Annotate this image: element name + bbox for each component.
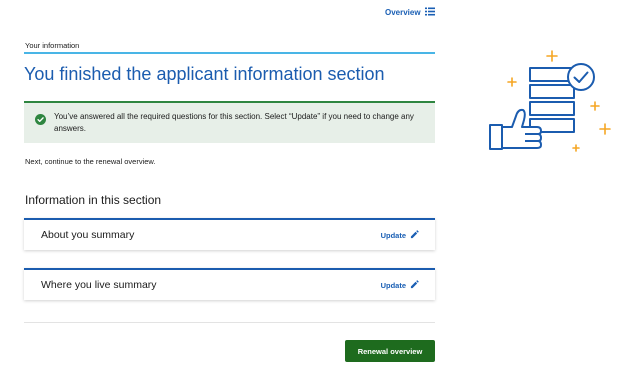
page-title: You finished the applicant information s… <box>24 64 385 84</box>
info-section-heading: Information in this section <box>25 193 162 207</box>
overview-link[interactable]: Overview <box>385 7 435 18</box>
update-link-label: Update <box>380 280 406 290</box>
card-title: Where you live summary <box>41 279 157 291</box>
section-divider <box>24 52 435 54</box>
section-label: Your information <box>25 41 80 50</box>
card-title: About you summary <box>41 229 135 241</box>
list-icon <box>424 7 435 18</box>
pencil-icon <box>410 229 419 241</box>
pencil-icon <box>410 279 419 291</box>
check-circle-icon <box>35 112 46 125</box>
thumbs-up-checklist-illustration <box>485 46 615 161</box>
overview-link-label: Overview <box>385 8 421 17</box>
update-link-about-you[interactable]: Update <box>380 229 419 241</box>
renewal-overview-button[interactable]: Renewal overview <box>345 340 435 362</box>
summary-card-about-you: About you summary Update <box>24 218 435 250</box>
next-step-text: Next, continue to the renewal overview. <box>25 157 156 166</box>
footer-divider <box>24 322 435 323</box>
alert-message: You’ve answered all the required questio… <box>54 112 414 133</box>
update-link-where-you-live[interactable]: Update <box>380 279 419 291</box>
update-link-label: Update <box>380 230 406 240</box>
summary-card-where-you-live: Where you live summary Update <box>24 268 435 300</box>
success-alert: You’ve answered all the required questio… <box>24 101 435 143</box>
